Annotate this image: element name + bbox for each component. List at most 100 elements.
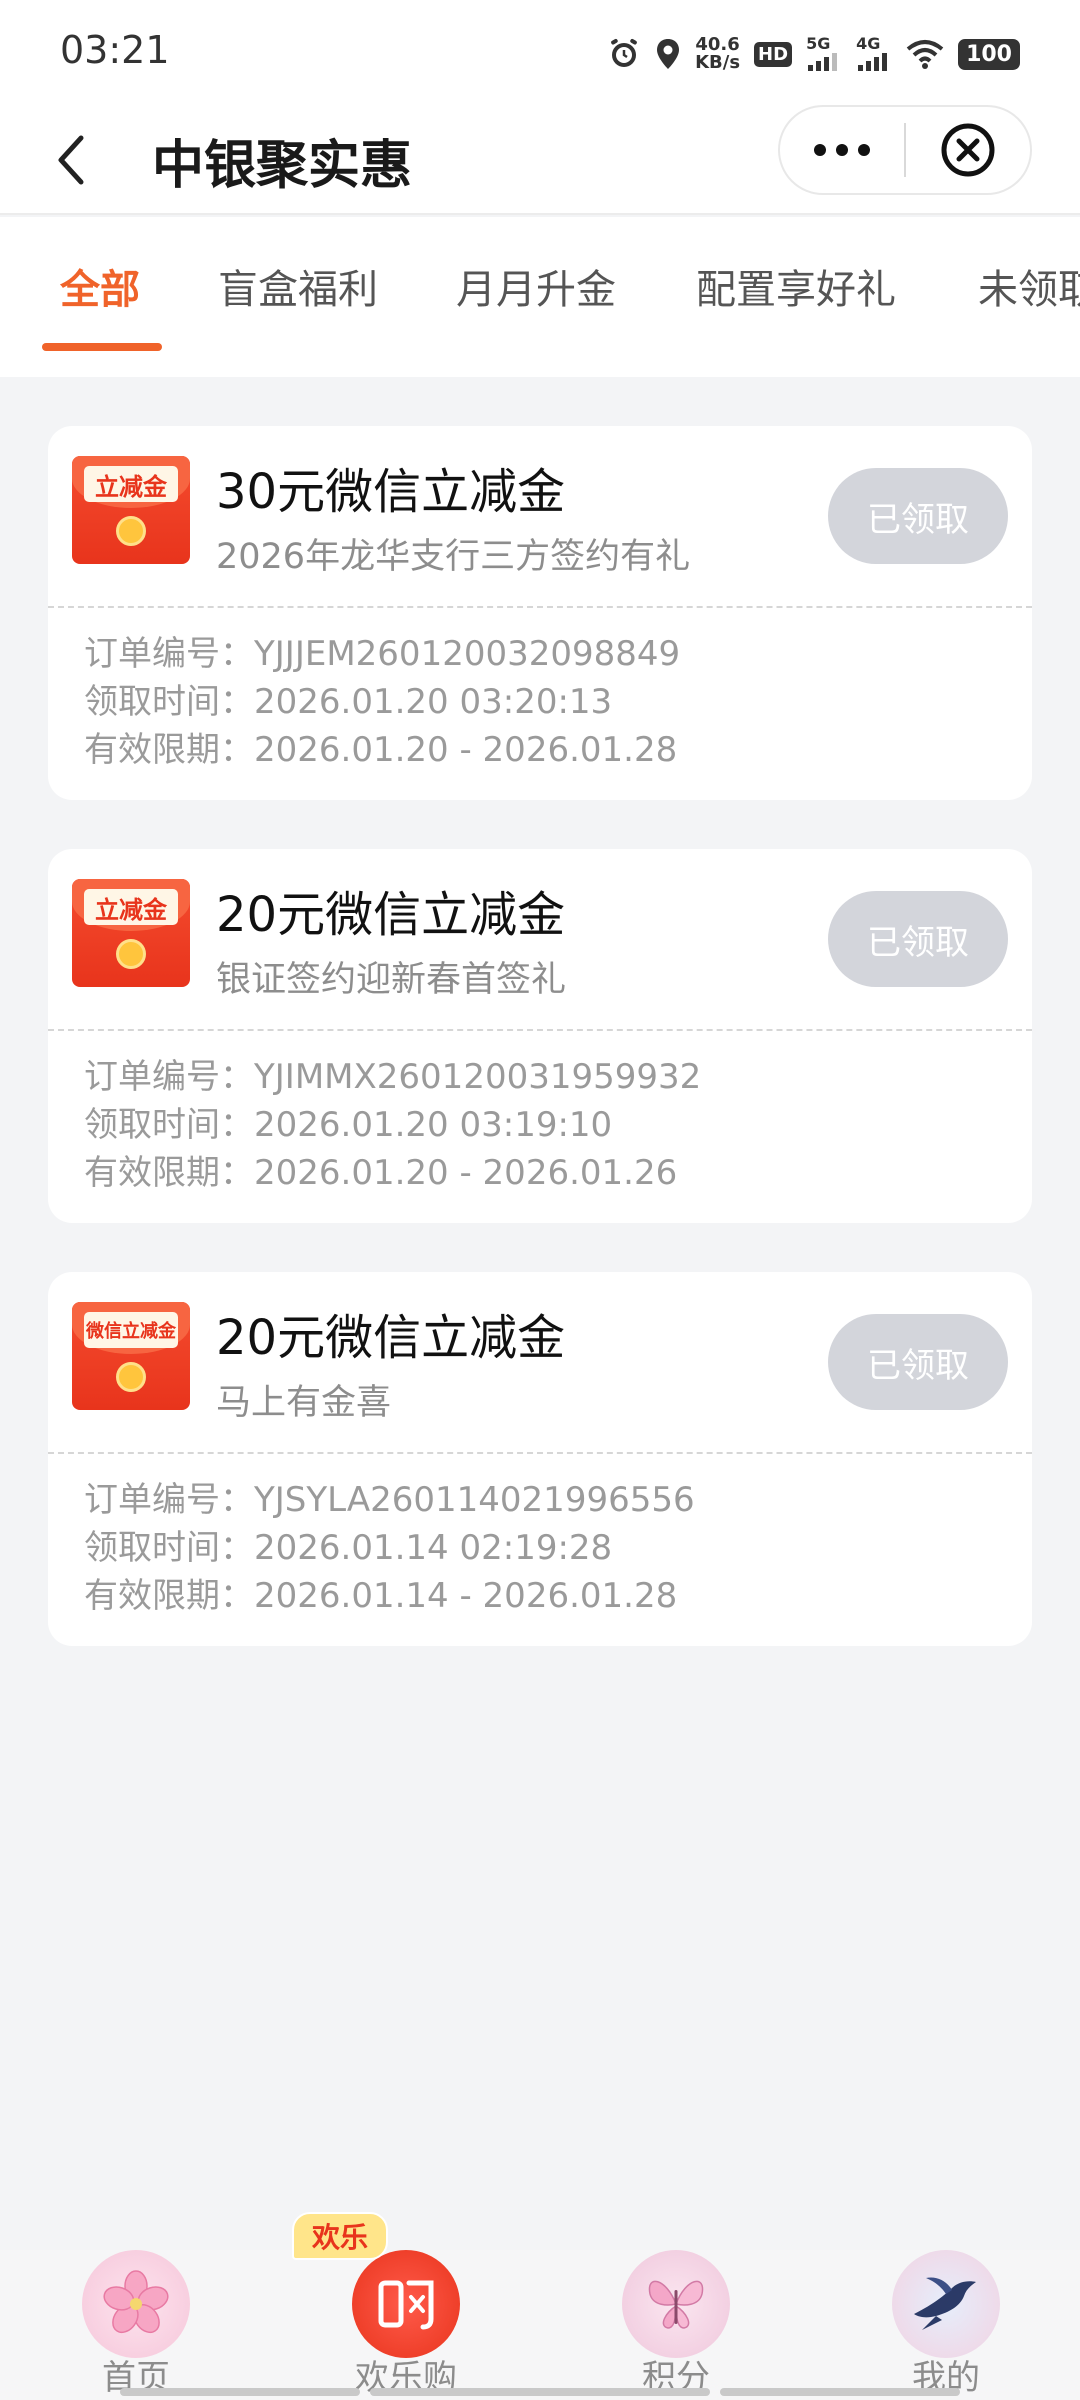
valid-period-row: 有效限期：2026.01.20 - 2026.01.26	[84, 1149, 701, 1197]
envelope-label: 微信立减金	[84, 1312, 178, 1348]
coupon-title: 20元微信立减金	[216, 1310, 566, 1366]
nav-item-points[interactable]: 积分	[576, 2250, 776, 2400]
nav-item-mine[interactable]: 我的	[846, 2250, 1046, 2400]
coupon-details: 订单编号：YJIMMX260120031959932 领取时间：2026.01.…	[84, 1053, 701, 1197]
hd-badge: HD	[754, 41, 793, 67]
valid-period-row: 有效限期：2026.01.14 - 2026.01.28	[84, 1572, 695, 1620]
order-number-row: 订单编号：YJSYLA260114021996556	[84, 1476, 695, 1524]
coin-icon	[116, 516, 146, 546]
claim-time-label: 领取时间：	[84, 1528, 254, 1568]
status-icons: 40.6 KB/s HD 5G 4G 100	[607, 30, 1020, 78]
claim-time-value: 2026.01.20 03:20:13	[254, 682, 613, 722]
order-number-value: YJIMMX260120031959932	[254, 1057, 702, 1097]
coupon-card-header: 立减金 30元微信立减金 2026年龙华支行三方签约有礼 已领取	[48, 426, 1032, 606]
butterfly-icon	[622, 2250, 730, 2358]
page-title: 中银聚实惠	[152, 136, 413, 196]
network-speed-unit: KB/s	[695, 52, 741, 73]
signal-4g-icon: 4G	[856, 34, 892, 71]
coupon-card: 立减金 20元微信立减金 银证签约迎新春首签礼 已领取 订单编号：YJIMMX2…	[48, 849, 1032, 1223]
gesture-bar	[120, 2388, 360, 2396]
claim-time-row: 领取时间：2026.01.20 03:20:13	[84, 678, 680, 726]
coin-icon	[116, 939, 146, 969]
claim-time-row: 领取时间：2026.01.20 03:19:10	[84, 1101, 701, 1149]
coupon-subtitle: 银证签约迎新春首签礼	[216, 960, 567, 1000]
coupon-title: 30元微信立减金	[216, 464, 566, 520]
tab-blind-box[interactable]: 盲盒福利	[218, 257, 378, 315]
coupon-card-header: 微信立减金 20元微信立减金 马上有金喜 已领取	[48, 1272, 1032, 1452]
more-dots-icon	[814, 144, 870, 156]
valid-period-label: 有效限期：	[84, 1576, 254, 1616]
chevron-left-icon	[58, 135, 84, 185]
valid-period-row: 有效限期：2026.01.20 - 2026.01.28	[84, 726, 680, 774]
sim2-label: 4G	[856, 34, 881, 53]
claim-time-label: 领取时间：	[84, 682, 254, 722]
dashed-divider	[48, 606, 1032, 608]
tab-all[interactable]: 全部	[60, 257, 140, 315]
claim-time-row: 领取时间：2026.01.14 02:19:28	[84, 1524, 695, 1572]
red-envelope-icon: 微信立减金	[72, 1302, 190, 1410]
sim1-label: 5G	[806, 34, 831, 53]
envelope-label: 立减金	[84, 889, 178, 925]
alarm-icon	[607, 37, 641, 71]
dashed-divider	[48, 1029, 1032, 1031]
gesture-bar	[720, 2388, 960, 2396]
order-number-label: 订单编号：	[84, 634, 254, 674]
order-number-value: YJSYLA260114021996556	[254, 1480, 695, 1520]
active-tab-indicator	[42, 343, 162, 351]
nav-item-home[interactable]: 首页	[36, 2250, 236, 2400]
cherry-blossom-icon	[82, 2250, 190, 2358]
order-number-label: 订单编号：	[84, 1480, 254, 1520]
claimed-button[interactable]: 已领取	[828, 468, 1008, 564]
close-button[interactable]	[906, 107, 1030, 193]
order-number-row: 订单编号：YJJJEM260120032098849	[84, 630, 680, 678]
dashed-divider	[48, 1452, 1032, 1454]
status-time: 03:21	[60, 28, 170, 72]
more-button[interactable]	[780, 107, 904, 193]
valid-period-value: 2026.01.14 - 2026.01.28	[254, 1576, 678, 1616]
valid-period-label: 有效限期：	[84, 1153, 254, 1193]
coupon-title: 20元微信立减金	[216, 887, 566, 943]
envelope-label: 立减金	[84, 466, 178, 502]
location-icon	[655, 37, 681, 71]
coupon-card: 微信立减金 20元微信立减金 马上有金喜 已领取 订单编号：YJSYLA2601…	[48, 1272, 1032, 1646]
coupon-subtitle: 2026年龙华支行三方签约有礼	[216, 537, 691, 577]
order-number-label: 订单编号：	[84, 1057, 254, 1097]
claim-time-value: 2026.01.20 03:19:10	[254, 1105, 613, 1145]
nav-item-happy-shopping[interactable]: 欢乐购	[306, 2250, 506, 2400]
bottom-navigation: 首页 欢乐购 积分 我的	[0, 2250, 1080, 2400]
valid-period-value: 2026.01.20 - 2026.01.26	[254, 1153, 678, 1193]
order-number-value: YJJJEM260120032098849	[254, 634, 681, 674]
wifi-icon	[906, 39, 944, 69]
claim-time-value: 2026.01.14 02:19:28	[254, 1528, 613, 1568]
coupon-details: 订单编号：YJJJEM260120032098849 领取时间：2026.01.…	[84, 630, 680, 774]
swallow-icon	[892, 2250, 1000, 2358]
valid-period-label: 有效限期：	[84, 730, 254, 770]
tab-config-gifts[interactable]: 配置享好礼	[696, 257, 896, 315]
coupon-card-header: 立减金 20元微信立减金 银证签约迎新春首签礼 已领取	[48, 849, 1032, 1029]
coupon-details: 订单编号：YJSYLA260114021996556 领取时间：2026.01.…	[84, 1476, 695, 1620]
claim-time-label: 领取时间：	[84, 1105, 254, 1145]
order-number-row: 订单编号：YJIMMX260120031959932	[84, 1053, 701, 1101]
close-circle-icon	[941, 123, 995, 177]
category-tabs: 全部 盲盒福利 月月升金 配置享好礼 未领取	[0, 217, 1080, 377]
battery-indicator: 100	[958, 38, 1020, 70]
tab-monthly-gold[interactable]: 月月升金	[456, 257, 616, 315]
coin-icon	[116, 1362, 146, 1392]
coupon-subtitle: 马上有金喜	[216, 1383, 392, 1423]
red-envelope-icon: 立减金	[72, 879, 190, 987]
claimed-button[interactable]: 已领取	[828, 1314, 1008, 1410]
signal-5g-icon: 5G	[806, 34, 842, 71]
gesture-bar	[370, 2388, 710, 2396]
mini-program-capsule	[778, 105, 1032, 195]
back-button[interactable]	[36, 125, 106, 195]
claimed-button[interactable]: 已领取	[828, 891, 1008, 987]
valid-period-value: 2026.01.20 - 2026.01.28	[254, 730, 678, 770]
tab-unclaimed[interactable]: 未领取	[978, 257, 1080, 315]
red-envelope-icon: 立减金	[72, 456, 190, 564]
coupon-card: 立减金 30元微信立减金 2026年龙华支行三方签约有礼 已领取 订单编号：YJ…	[48, 426, 1032, 800]
status-bar: 03:21 40.6 KB/s HD 5G 4G 100	[0, 0, 1080, 105]
shopping-bag-icon	[352, 2250, 460, 2358]
network-speed: 40.6 KB/s	[695, 36, 740, 72]
header-bar: 中银聚实惠	[0, 105, 1080, 215]
happy-badge: 欢乐	[292, 2212, 388, 2260]
